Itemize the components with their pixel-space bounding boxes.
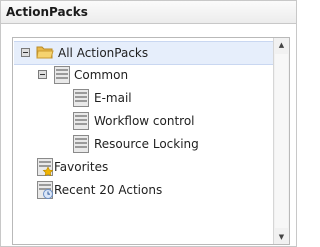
scrollbar-track[interactable] [275,54,288,228]
tree-item-favorites[interactable]: Favorites [14,156,273,178]
tree-item-label: Common [74,68,129,82]
list-icon [73,89,89,107]
tree-item-resource-locking[interactable]: Resource Locking [14,133,273,155]
collapse-toggle[interactable] [21,48,30,57]
vertical-scrollbar[interactable]: ▲ ▼ [273,38,289,244]
collapse-toggle[interactable] [38,70,47,79]
panel-header: ActionPacks [1,1,296,24]
favorites-icon [37,158,53,176]
tree-item-all-actionpacks[interactable]: All ActionPacks [14,41,273,65]
tree-item-recent-20-actions[interactable]: Recent 20 Actions [14,179,273,201]
tree-item-label: Workflow control [94,114,195,128]
tree-item-label: E-mail [94,91,132,105]
actionpacks-panel: ActionPacks All ActionPacks Common E-mai… [0,0,297,247]
tree-item-label: Resource Locking [94,137,199,151]
open-folder-icon [36,46,54,59]
list-icon [54,66,70,84]
list-icon [73,135,89,153]
recent-actions-icon [37,181,53,199]
panel-title: ActionPacks [6,5,88,19]
actionpacks-tree: All ActionPacks Common E-mail Workflow c… [12,37,290,245]
scroll-down-arrow-icon[interactable]: ▼ [274,230,289,244]
tree-item-e-mail[interactable]: E-mail [14,87,273,109]
tree-item-common[interactable]: Common [14,64,273,86]
tree-item-label: Recent 20 Actions [54,183,163,197]
tree-item-workflow-control[interactable]: Workflow control [14,110,273,132]
tree-item-label: All ActionPacks [58,46,149,60]
tree-item-label: Favorites [54,160,109,174]
list-icon [73,112,89,130]
scroll-up-arrow-icon[interactable]: ▲ [274,38,289,52]
